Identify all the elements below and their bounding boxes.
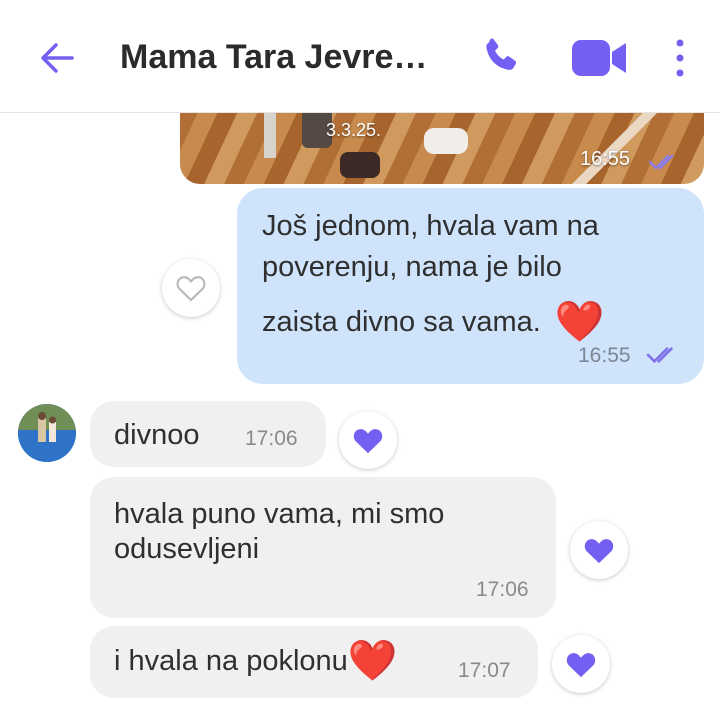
contact-avatar[interactable] — [18, 404, 76, 462]
reaction-button[interactable] — [339, 411, 397, 469]
heart-outline-icon — [176, 276, 206, 302]
outgoing-message-text: Još jednom, hvala vam na poverenju, nama… — [262, 206, 652, 343]
message-line: odusevljeni — [114, 533, 260, 565]
photo-message[interactable]: 3.3.25. 16:55 — [180, 108, 704, 184]
message-line-text: zaista divno sa vama. — [262, 306, 541, 338]
message-line: zaista divno sa vama. ❤️ — [262, 302, 652, 343]
message-text: i hvala na poklonu — [114, 645, 348, 677]
heart-emoji: ❤️ — [554, 300, 605, 344]
reaction-button[interactable] — [162, 259, 220, 317]
avatar-image — [18, 404, 76, 462]
incoming-message-text: divnoo — [114, 419, 200, 451]
message-time: 16:55 — [580, 148, 631, 170]
phone-icon[interactable] — [478, 34, 524, 80]
message-time: 16:55 — [578, 344, 631, 367]
message-time: 17:06 — [245, 427, 298, 450]
chat-title[interactable]: Mama Tara Jevre… — [120, 38, 427, 77]
reaction-button[interactable] — [570, 521, 628, 579]
photo-caption: 3.3.25. — [326, 120, 382, 140]
double-check-icon — [648, 154, 674, 170]
message-line: poverenju, nama je bilo — [262, 251, 562, 283]
heart-filled-icon — [353, 428, 383, 453]
message-time: 17:07 — [458, 659, 511, 682]
heart-filled-icon — [584, 538, 614, 563]
incoming-message-text: i hvala na poklonu❤️ — [114, 641, 398, 681]
heart-emoji: ❤️ — [347, 639, 398, 683]
message-line: hvala puno vama, mi smo — [114, 498, 445, 530]
more-vertical-icon[interactable] — [668, 36, 692, 80]
back-arrow-icon[interactable] — [36, 36, 80, 80]
reaction-button[interactable] — [552, 635, 610, 693]
photo-content — [424, 128, 468, 154]
heart-filled-icon — [566, 652, 596, 677]
message-time: 17:06 — [476, 578, 529, 601]
photo-content — [551, 108, 659, 184]
photo-content — [264, 108, 276, 158]
video-camera-icon[interactable] — [570, 38, 628, 78]
photo-content — [340, 152, 380, 178]
incoming-message-text: hvala puno vama, mi smo odusevljeni — [114, 497, 444, 567]
message-line: Još jednom, hvala vam na — [262, 210, 599, 242]
double-check-icon — [646, 347, 673, 363]
chat-header: Mama Tara Jevre… — [0, 0, 720, 113]
